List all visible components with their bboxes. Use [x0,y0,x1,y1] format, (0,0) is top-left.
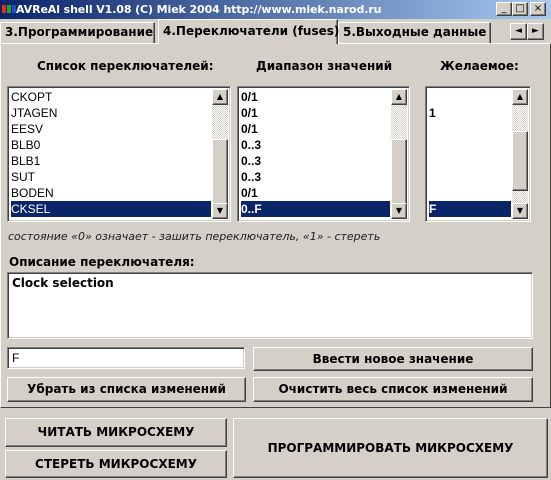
description-text: Clock selection [12,276,114,290]
desired-listbox[interactable]: 1F ▲ ▼ [425,86,531,222]
tab-programming[interactable]: 3.Программирование [0,22,155,43]
list-item[interactable] [429,185,511,201]
value-range-listbox[interactable]: 0/1 0/1 0/1 0..3 0..3 0..3 0/1 0..F ▲ ▼ [237,86,410,222]
list-item[interactable]: 1 [429,105,511,121]
program-chip-button[interactable]: ПРОГРАММИРОВАТЬ МИКРОСХЕМУ [233,418,548,478]
scroll-up-icon[interactable]: ▲ [212,89,228,105]
description-label: Описание переключателя: [9,255,195,269]
tab-output-data[interactable]: 5.Выходные данные [338,22,491,43]
app-icon [2,5,16,13]
switch-items: CKOPT JTAGEN EESV BLB0 BLB1 SUT BODEN CKSEL [11,89,211,217]
list-item[interactable]: 0..3 [241,153,390,169]
title-bar: AVReAl shell V1.08 (C) Miek 2004 http://… [0,0,551,19]
list-item[interactable]: 0/1 [241,89,390,105]
close-button[interactable]: × [530,2,546,16]
scroll-thumb[interactable] [391,139,407,205]
list-item[interactable] [429,153,511,169]
list-item[interactable]: 0/1 [241,105,390,121]
list-item[interactable]: BODEN [11,185,211,201]
scroll-down-icon[interactable]: ▼ [212,203,228,219]
tab-scroll-right-button[interactable]: ► [527,23,544,40]
scroll-down-icon[interactable]: ▼ [391,203,407,219]
desired-items: 1F [429,89,511,217]
enter-new-value-button[interactable]: Ввести новое значение [253,347,533,371]
switch-list-scrollbar[interactable]: ▲ ▼ [212,89,228,219]
desired-heading: Желаемое: [440,59,519,73]
maximize-button[interactable]: □ [512,2,528,16]
range-list-scrollbar[interactable]: ▲ ▼ [391,89,407,219]
list-item[interactable]: JTAGEN [11,105,211,121]
list-item[interactable]: BLB0 [11,137,211,153]
list-item[interactable] [429,137,511,153]
list-item[interactable] [429,169,511,185]
tab-fuses[interactable]: 4.Переключатели (fuses) [158,19,339,44]
switch-list-heading: Список переключателей: [37,59,214,73]
list-item[interactable]: CKSEL [11,201,211,217]
scroll-thumb[interactable] [212,139,228,205]
clear-changes-button[interactable]: Очистить весь список изменений [253,377,533,402]
scroll-down-icon[interactable]: ▼ [512,203,528,219]
switch-listbox[interactable]: CKOPT JTAGEN EESV BLB0 BLB1 SUT BODEN CKSEL ▲ ▼ [7,86,231,222]
desired-list-scrollbar[interactable]: ▲ ▼ [512,89,528,219]
minimize-button[interactable]: _ [496,2,512,16]
list-item[interactable]: 0..3 [241,137,390,153]
list-item[interactable]: SUT [11,169,211,185]
scroll-up-icon[interactable]: ▲ [512,89,528,105]
range-items: 0/1 0/1 0/1 0..3 0..3 0..3 0/1 0..F [241,89,390,217]
description-box: Clock selection [7,272,533,339]
value-range-heading: Диапазон значений [256,59,393,73]
fuse-state-hint: состояние «0» означает - зашить переключ… [8,230,381,243]
new-value-input[interactable]: F [7,347,245,369]
list-item[interactable]: 0..F [241,201,390,217]
scroll-thumb[interactable] [512,131,528,191]
list-item[interactable]: F [429,201,511,217]
list-item[interactable]: EESV [11,121,211,137]
new-value-text: F [12,351,20,365]
erase-chip-button[interactable]: СТЕРЕТЬ МИКРОСХЕМУ [5,450,227,478]
tab-scroll-left-button[interactable]: ◄ [510,23,527,40]
scroll-up-icon[interactable]: ▲ [391,89,407,105]
list-item[interactable]: 0..3 [241,169,390,185]
list-item[interactable]: 0/1 [241,121,390,137]
list-item[interactable]: CKOPT [11,89,211,105]
read-chip-button[interactable]: ЧИТАТЬ МИКРОСХЕМУ [5,418,227,447]
remove-from-changes-button[interactable]: Убрать из списка изменений [7,377,246,402]
list-item[interactable] [429,89,511,105]
window-title: AVReAl shell V1.08 (C) Miek 2004 http://… [16,3,382,16]
list-item[interactable]: 0/1 [241,185,390,201]
list-item[interactable] [429,121,511,137]
list-item[interactable]: BLB1 [11,153,211,169]
